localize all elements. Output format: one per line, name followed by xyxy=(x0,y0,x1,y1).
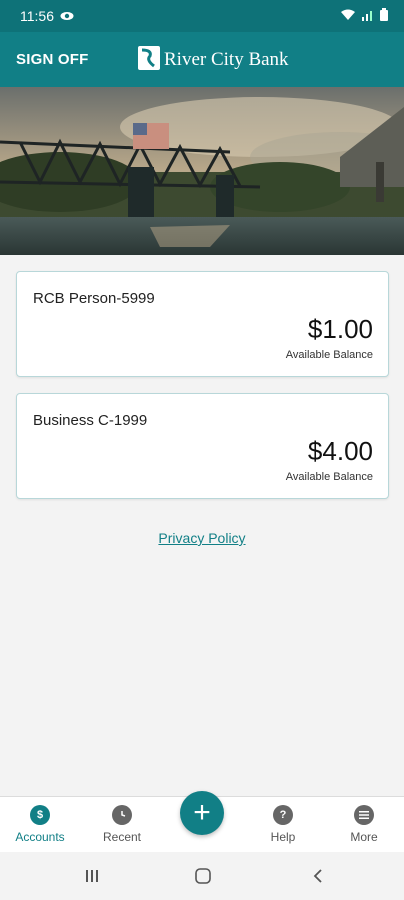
status-bar: 11:56 xyxy=(0,0,404,32)
account-card[interactable]: Business C-1999 $4.00 Available Balance xyxy=(16,393,389,499)
account-balance: $1.00 xyxy=(307,314,373,344)
help-icon: ? xyxy=(273,805,293,825)
battery-icon xyxy=(380,8,388,24)
nav-label: Help xyxy=(270,830,296,844)
bank-logo: River City Bank xyxy=(138,45,289,75)
account-balance: $4.00 xyxy=(307,436,373,466)
status-time: 11:56 xyxy=(20,8,54,24)
privacy-policy-link[interactable]: Privacy Policy xyxy=(158,530,245,546)
recents-button[interactable] xyxy=(62,852,122,900)
nav-more[interactable]: More xyxy=(324,797,404,853)
bottom-nav: $ Accounts Recent + ? Help More xyxy=(0,791,404,853)
eye-icon xyxy=(60,8,74,24)
balance-caption: Available Balance xyxy=(285,349,373,361)
nav-label: Accounts xyxy=(15,830,65,844)
privacy-section: Privacy Policy xyxy=(0,530,404,548)
back-button[interactable] xyxy=(288,852,348,900)
hero-image xyxy=(0,87,404,255)
account-card[interactable]: RCB Person-5999 $1.00 Available Balance xyxy=(16,271,389,377)
account-name: Business C-1999 xyxy=(33,412,148,429)
system-nav-bar xyxy=(0,852,404,900)
account-list: RCB Person-5999 $1.00 Available Balance … xyxy=(16,271,389,515)
app-header: SIGN OFF River City Bank xyxy=(0,32,404,87)
nav-label: Recent xyxy=(102,830,142,844)
bank-logo-icon xyxy=(138,45,160,75)
account-name: RCB Person-5999 xyxy=(33,290,155,307)
sign-off-button[interactable]: SIGN OFF xyxy=(16,32,88,87)
accounts-icon: $ xyxy=(30,805,50,825)
plus-icon: + xyxy=(193,796,211,829)
add-button[interactable]: + xyxy=(180,791,224,835)
nav-help[interactable]: ? Help xyxy=(243,797,323,853)
bank-name: River City Bank xyxy=(164,49,289,70)
nav-accounts[interactable]: $ Accounts xyxy=(0,797,80,853)
signal-icon xyxy=(362,8,374,24)
wifi-icon xyxy=(340,8,356,24)
home-button[interactable] xyxy=(173,852,233,900)
nav-label: More xyxy=(350,830,378,844)
nav-recent[interactable]: Recent xyxy=(82,797,162,853)
more-icon xyxy=(354,805,374,825)
balance-caption: Available Balance xyxy=(285,471,373,483)
clock-icon xyxy=(112,805,132,825)
